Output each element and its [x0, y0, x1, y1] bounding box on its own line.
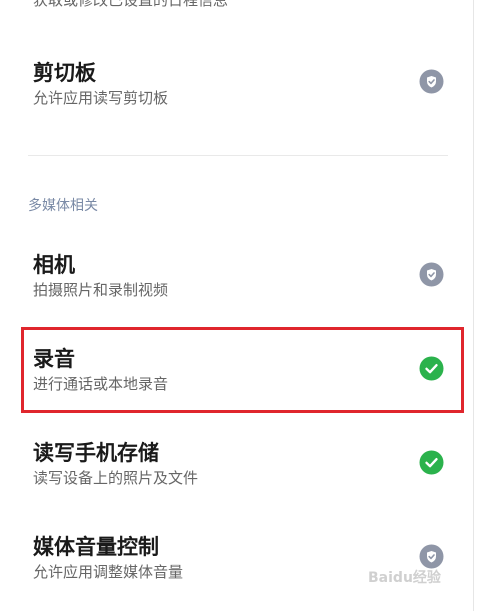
permission-settings-page: 获取或修改已设置的日程信息 剪切板 允许应用读写剪切板 多媒体相关 相机 拍摄照… [0, 0, 492, 611]
permission-title-storage: 读写手机存储 [33, 441, 159, 465]
check-gray-icon[interactable] [419, 262, 444, 287]
section-divider [28, 155, 448, 156]
permission-subtitle-media-volume: 允许应用调整媒体音量 [33, 563, 184, 581]
watermark: Baidu经验 [368, 570, 441, 586]
right-edge-strip [473, 0, 492, 611]
permission-row-storage[interactable]: 读写手机存储 读写设备上的照片及文件 [0, 438, 474, 498]
permission-row-clipboard[interactable]: 剪切板 允许应用读写剪切板 [0, 56, 474, 116]
check-gray-icon[interactable] [419, 69, 444, 94]
permission-row-camera[interactable]: 相机 拍摄照片和录制视频 [0, 250, 474, 310]
top-cut-subtitle: 获取或修改已设置的日程信息 [33, 0, 229, 9]
permission-subtitle-clipboard: 允许应用读写剪切板 [33, 89, 169, 107]
permission-title-media-volume: 媒体音量控制 [33, 535, 159, 559]
permission-subtitle-camera: 拍摄照片和录制视频 [33, 281, 169, 299]
section-header-multimedia: 多媒体相关 [28, 198, 98, 214]
check-green-icon[interactable] [419, 450, 444, 475]
top-cut-row: 获取或修改已设置的日程信息 [0, 0, 474, 10]
highlight-box [21, 327, 464, 413]
permission-title-clipboard: 剪切板 [33, 61, 96, 85]
permission-title-camera: 相机 [33, 253, 75, 277]
permission-subtitle-storage: 读写设备上的照片及文件 [33, 469, 199, 487]
